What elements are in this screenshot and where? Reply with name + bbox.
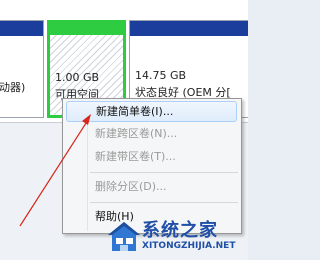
- partition-left-header-bar: [0, 21, 43, 36]
- free-space-size: 1.00 GB: [55, 71, 100, 84]
- partition-oem-header-bar: [130, 21, 248, 36]
- menu-item-new-simple-volume[interactable]: 新建简单卷(I)...: [66, 101, 237, 122]
- partition-left-label: 动器): [0, 81, 26, 94]
- disk-management-screen: 动器) 1.00 GB 可用空间 14.75 GB 状态良好 (OEM 分[ 新…: [0, 0, 248, 260]
- partition-left-body: [0, 39, 43, 117]
- watermark-brand: 系统之家: [142, 220, 218, 241]
- menu-separator: [90, 172, 238, 173]
- watermark: 系统之家 XITONGZHIJIA.NET: [102, 214, 248, 260]
- watermark-url: XITONGZHIJIA.NET: [142, 241, 236, 251]
- free-space-header-bar: [50, 23, 123, 35]
- menu-separator: [90, 202, 238, 203]
- partition-oem-size: 14.75 GB: [135, 69, 187, 82]
- menu-item-new-spanned-volume[interactable]: 新建跨区卷(N)...: [66, 123, 237, 144]
- house-logo-icon: [108, 222, 140, 251]
- partition-left[interactable]: 动器): [0, 20, 44, 118]
- menu-item-new-striped-volume[interactable]: 新建带区卷(T)...: [66, 146, 237, 167]
- menu-item-delete-partition[interactable]: 删除分区(D)...: [66, 176, 237, 197]
